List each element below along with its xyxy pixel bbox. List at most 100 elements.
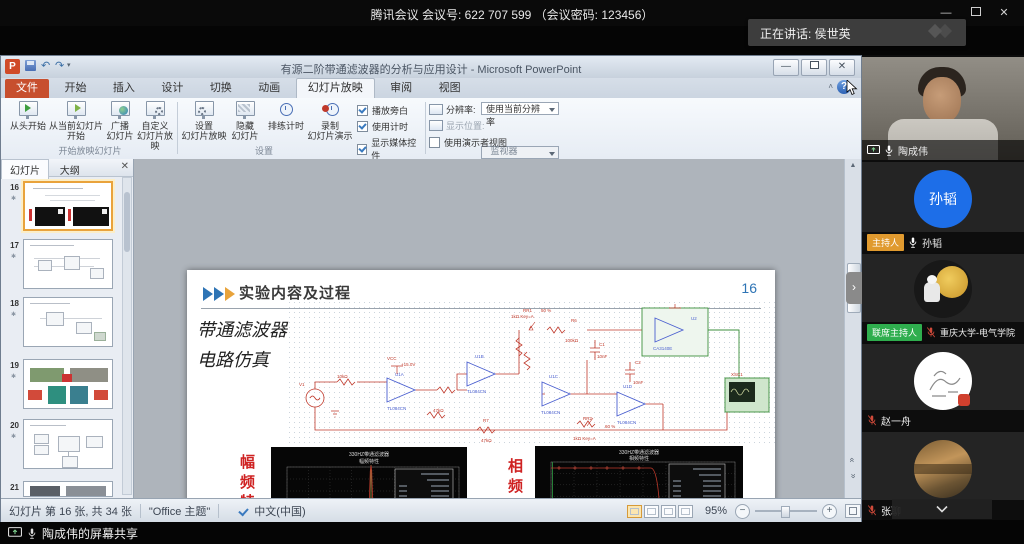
- resolution-dropdown[interactable]: 使用当前分辨率: [481, 102, 559, 115]
- chevron-down-icon: [935, 505, 949, 513]
- ribbon-group-start: 从头开始 从当前幻灯片 开始 广播 幻灯片 自定义 幻灯片放映 开始放映幻灯片: [5, 98, 175, 158]
- zoom-slider-thumb[interactable]: [781, 506, 790, 518]
- scroll-up-icon[interactable]: ▲: [847, 162, 859, 169]
- screen-share-icon: [8, 527, 22, 539]
- panel-scrollbar-thumb[interactable]: [124, 192, 130, 252]
- ribbon-tab-row: 文件 开始 插入 设计 切换 动画 幻灯片放映 审阅 视图: [1, 78, 861, 98]
- video-tile-cqu[interactable]: 联席主持人 重庆大学-电气学院: [862, 254, 1024, 342]
- close-icon[interactable]: ✕: [996, 7, 1012, 20]
- hide-slide-button[interactable]: 隐藏 幻灯片: [227, 101, 263, 141]
- fit-to-window-icon[interactable]: [845, 504, 861, 518]
- tab-animations[interactable]: 动画: [247, 79, 291, 98]
- from-current-slide-button[interactable]: 从当前幻灯片 开始: [49, 101, 103, 141]
- circuit-diagram: V1 10kΩ VCC +15.0V U1A TL084CN U1B TL084…: [287, 300, 775, 446]
- slide-sorter-view-icon[interactable]: [644, 505, 659, 518]
- checkbox-icon: [357, 144, 367, 155]
- zoom-in-icon[interactable]: +: [822, 504, 837, 519]
- reading-view-icon[interactable]: [661, 505, 676, 518]
- animation-star-icon: ✱: [11, 433, 16, 440]
- broadcast-slideshow-button[interactable]: 广播 幻灯片: [103, 101, 137, 141]
- ribbon-collapse-icon[interactable]: ˄: [828, 82, 833, 91]
- slideshow-view-icon[interactable]: [678, 505, 693, 518]
- zoom-level[interactable]: 95%: [705, 505, 727, 517]
- svg-text:TL084CN: TL084CN: [541, 410, 560, 415]
- mic-on-icon: [27, 527, 37, 540]
- collapse-participants-button[interactable]: [892, 499, 992, 519]
- video-tile-zhaoyizhou[interactable]: 赵一舟: [862, 344, 1024, 430]
- svg-text:RR2: RR2: [583, 416, 592, 421]
- video-tile-zhang[interactable]: 张聊: [862, 432, 1024, 520]
- mic-on-icon: [884, 144, 894, 157]
- tab-slideshow[interactable]: 幻灯片放映: [296, 78, 375, 98]
- play-narrations-checkbox[interactable]: 播放旁白: [357, 104, 408, 117]
- previous-slide-icon[interactable]: «: [846, 455, 860, 465]
- ppt-restore-icon[interactable]: [801, 59, 827, 76]
- normal-view-icon[interactable]: [627, 505, 642, 518]
- svg-text:U1D: U1D: [623, 384, 633, 389]
- slide-thumbnail-16[interactable]: 16 ✱: [3, 181, 121, 235]
- sidebar-collapse-handle[interactable]: ›: [846, 272, 862, 304]
- svg-text:C1: C1: [599, 342, 605, 347]
- svg-text:50 %: 50 %: [541, 308, 551, 313]
- svg-text:TL084CN: TL084CN: [617, 420, 636, 425]
- svg-text:U1B: U1B: [475, 354, 484, 359]
- panel-tab-outline[interactable]: 大纲: [52, 160, 88, 179]
- svg-text:R6: R6: [571, 318, 577, 323]
- slide-thumbnail-21[interactable]: 21: [3, 481, 121, 497]
- tab-transitions[interactable]: 切换: [199, 79, 243, 98]
- share-label: 陶成伟的屏幕共享: [42, 525, 138, 542]
- next-slide-icon[interactable]: «: [846, 471, 860, 481]
- tab-view[interactable]: 视图: [428, 79, 472, 98]
- ppt-minimize-icon[interactable]: —: [773, 59, 799, 76]
- svg-text:10kΩ: 10kΩ: [337, 374, 348, 379]
- restore-icon[interactable]: [968, 7, 984, 20]
- slide-scrollbar[interactable]: ▲ « «: [844, 159, 861, 498]
- panel-tab-slides[interactable]: 幻灯片: [1, 159, 49, 179]
- svg-text:330HZ带通滤波器: 330HZ带通滤波器: [349, 451, 389, 458]
- svg-text:C2: C2: [635, 360, 641, 365]
- screen: 腾讯会议 会议号: 622 707 599 （会议密码: 123456） — ✕…: [0, 0, 1024, 544]
- resolution-row: 分辨率:: [429, 103, 476, 116]
- panel-close-icon[interactable]: ✕: [121, 161, 129, 172]
- tab-insert[interactable]: 插入: [102, 79, 146, 98]
- ribbon-group-monitors: 分辨率: 使用当前分辨率 显示位置: 使用演示者视图 监视器: [429, 98, 579, 158]
- share-status-bar: 陶成伟的屏幕共享: [0, 522, 1024, 544]
- rehearse-timings-button[interactable]: 排练计时: [265, 101, 307, 131]
- document-area: 幻灯片 大纲 ✕ 16 ✱: [1, 159, 861, 498]
- ppt-close-icon[interactable]: ✕: [829, 59, 855, 76]
- slide-subtitle: 带通滤波器 电路仿真: [197, 316, 287, 376]
- animation-star-icon: ✱: [11, 373, 16, 380]
- zoom-out-icon[interactable]: −: [735, 504, 750, 519]
- slide-thumbnail-18[interactable]: 18 ✱: [3, 297, 121, 347]
- tab-file[interactable]: 文件: [5, 79, 49, 98]
- display-position-row: 显示位置:: [429, 119, 485, 132]
- svg-text:CA3140E: CA3140E: [653, 346, 672, 351]
- record-slideshow-button[interactable]: 录制 幻灯片演示: [307, 101, 353, 141]
- from-beginning-button[interactable]: 从头开始: [7, 101, 49, 131]
- slide-thumbnail-20[interactable]: 20 ✱: [3, 419, 121, 475]
- setup-slideshow-button[interactable]: 设置 幻灯片放映: [181, 101, 227, 141]
- video-tile-taochengwei[interactable]: 陶成伟: [862, 57, 1024, 160]
- tab-review[interactable]: 审阅: [379, 79, 423, 98]
- group-label-monitors: 监视器: [429, 144, 579, 157]
- svg-text:330HZ带通滤波器: 330HZ带通滤波器: [619, 449, 659, 456]
- slide-thumbnail-19[interactable]: 19 ✱: [3, 359, 121, 413]
- tab-design[interactable]: 设计: [150, 79, 194, 98]
- mic-on-icon: [908, 236, 918, 249]
- language-label[interactable]: 中文(中国): [254, 503, 305, 519]
- mouse-cursor: [846, 80, 858, 96]
- zoom-slider[interactable]: [755, 510, 817, 512]
- participant-namebar: 陶成伟: [862, 140, 1024, 160]
- panel-scrollbar[interactable]: [122, 177, 132, 495]
- ppt-titlebar[interactable]: P ↶ ↷ ▾ 有源二阶带通滤波器的分析与应用设计 - Microsoft Po…: [1, 56, 861, 78]
- checkbox-icon: [357, 121, 368, 132]
- video-tile-suntao[interactable]: 孙韬 主持人 孙韬: [862, 162, 1024, 252]
- use-timings-checkbox[interactable]: 使用计时: [357, 120, 408, 133]
- slide-thumbnail-17[interactable]: 17 ✱: [3, 239, 121, 289]
- screen-share-icon: [867, 145, 880, 156]
- svg-text:+15.0V: +15.0V: [401, 362, 415, 367]
- svg-text:相频特性: 相频特性: [629, 455, 649, 462]
- svg-text:U1A: U1A: [395, 372, 404, 377]
- svg-text:10nF: 10nF: [633, 380, 644, 385]
- tab-home[interactable]: 开始: [53, 79, 97, 98]
